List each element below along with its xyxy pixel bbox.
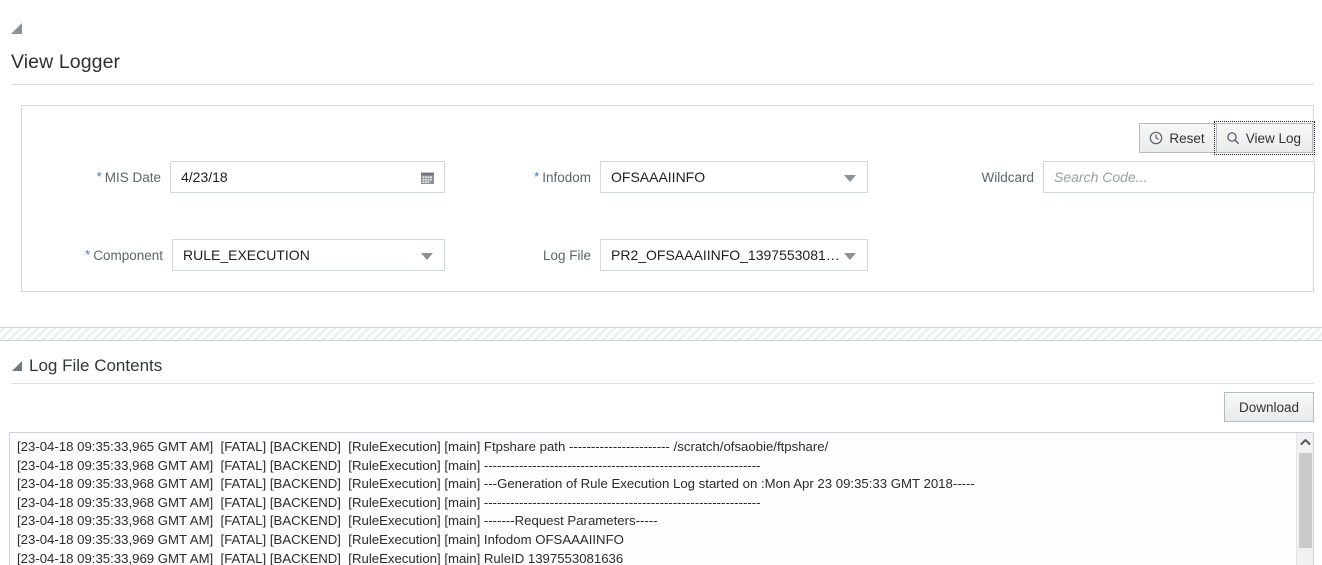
required-asterisk: * [85, 246, 91, 262]
required-asterisk: * [96, 168, 102, 184]
log-text: [23-04-18 09:35:33,965 GMT AM] [FATAL] [… [17, 438, 1287, 565]
filter-row-1: * MIS Date 4/23/18 * Infodom OFSAAAIINFO… [22, 161, 1315, 193]
download-button-wrap: Download [1223, 392, 1314, 422]
download-button-label: Download [1238, 399, 1299, 415]
filter-panel: Reset View Log * MIS Date 4/23/18 * Info… [21, 105, 1316, 292]
log-section-header: Log File Contents [12, 356, 162, 376]
log-scrollbar[interactable] [1296, 433, 1313, 565]
field-log-file: Log File PR2_OFSAAAIINFO_1397553081636..… [445, 239, 868, 271]
reset-button-label: Reset [1169, 130, 1205, 146]
view-log-button[interactable]: View Log [1213, 121, 1316, 155]
wildcard-input[interactable]: Search Code... [1043, 161, 1315, 193]
chevron-down-icon[interactable] [844, 175, 856, 182]
log-section-divider [11, 383, 1314, 384]
log-contents-box: [23-04-18 09:35:33,965 GMT AM] [FATAL] [… [9, 432, 1314, 565]
log-line: [23-04-18 09:35:33,969 GMT AM] [FATAL] [… [17, 531, 624, 547]
log-line: [23-04-18 09:35:33,969 GMT AM] [FATAL] [… [17, 550, 624, 565]
log-file-select[interactable]: PR2_OFSAAAIINFO_1397553081636... [600, 239, 868, 271]
chevron-down-icon[interactable] [844, 253, 856, 260]
field-wildcard: Wildcard Search Code... [868, 161, 1315, 193]
view-log-button-label: View Log [1245, 130, 1301, 146]
section-separator [0, 327, 1322, 341]
panel-action-buttons: Reset View Log [1139, 121, 1316, 155]
component-select[interactable]: RULE_EXECUTION [172, 239, 445, 271]
log-line: [23-04-18 09:35:33,968 GMT AM] [FATAL] [… [17, 476, 975, 492]
component-value: RULE_EXECUTION [183, 247, 310, 263]
log-line: [23-04-18 09:35:33,968 GMT AM] [FATAL] [… [17, 494, 761, 510]
field-component: * Component RULE_EXECUTION [22, 239, 445, 271]
calendar-icon[interactable] [420, 170, 435, 188]
mis-date-value: 4/23/18 [181, 169, 228, 185]
clock-icon [1149, 131, 1163, 145]
log-section-title: Log File Contents [29, 356, 163, 375]
infodom-select[interactable]: OFSAAAIINFO [600, 161, 868, 193]
download-button[interactable]: Download [1223, 392, 1314, 422]
wildcard-label: Wildcard [981, 169, 1034, 185]
log-line: [23-04-18 09:35:33,968 GMT AM] [FATAL] [… [17, 457, 761, 473]
triangle-collapse-icon[interactable] [11, 23, 22, 34]
search-icon [1226, 131, 1240, 145]
reset-button[interactable]: Reset [1139, 123, 1217, 153]
scrollbar-thumb[interactable] [1299, 453, 1312, 548]
log-line: [23-04-18 09:35:33,965 GMT AM] [FATAL] [… [17, 439, 829, 454]
field-infodom: * Infodom OFSAAAIINFO [445, 161, 868, 193]
log-line: [23-04-18 09:35:33,968 GMT AM] [FATAL] [… [17, 513, 658, 529]
mis-date-input[interactable]: 4/23/18 [170, 161, 445, 193]
required-asterisk: * [534, 168, 540, 184]
chevron-down-icon[interactable] [421, 253, 433, 260]
field-mis-date: * MIS Date 4/23/18 [22, 161, 445, 193]
mis-date-label: * MIS Date [96, 168, 161, 185]
component-label: * Component [85, 246, 163, 263]
infodom-label: * Infodom [534, 168, 591, 185]
header-divider [11, 84, 1314, 85]
chevron-up-icon[interactable] [1297, 433, 1313, 450]
page-title: View Logger [11, 51, 121, 73]
triangle-collapse-icon[interactable] [12, 361, 22, 371]
log-file-label: Log File [542, 247, 591, 263]
log-file-value: PR2_OFSAAAIINFO_1397553081636... [611, 247, 857, 263]
infodom-value: OFSAAAIINFO [611, 169, 706, 185]
wildcard-placeholder: Search Code... [1054, 169, 1148, 185]
filter-row-2: * Component RULE_EXECUTION Log File PR2_O… [22, 239, 1313, 271]
